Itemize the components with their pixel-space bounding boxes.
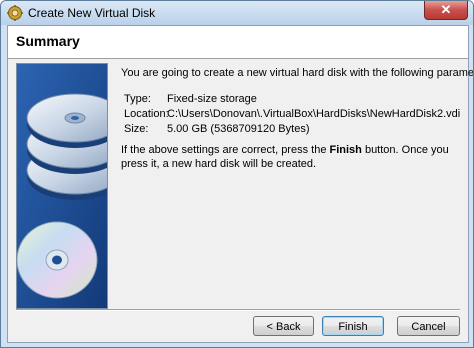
finish-keyword: Finish <box>329 144 362 156</box>
wizard-client-area: Summary You are going to create a new vi… <box>7 25 473 343</box>
intro-text: You are going to create a new virtual ha… <box>121 67 474 79</box>
param-value: 5.00 GB (5368709120 Bytes) <box>167 123 310 135</box>
wizard-header: Summary <box>8 26 468 59</box>
back-button[interactable]: < Back <box>253 316 314 336</box>
confirm-text-part: If the above settings are correct, press… <box>121 144 330 156</box>
param-label: Type: <box>124 93 151 105</box>
dialog-window: Create New Virtual Disk ✕ Summary You ar… <box>0 0 474 348</box>
param-value: C:\Users\Donovan\.VirtualBox\HardDisks\N… <box>167 108 461 120</box>
cancel-button[interactable]: Cancel <box>397 316 460 336</box>
confirm-text: If the above settings are correct, press… <box>121 143 459 171</box>
title-bar[interactable]: Create New Virtual Disk ✕ <box>1 1 473 25</box>
close-button[interactable]: ✕ <box>424 1 468 20</box>
stacked-disks-illustration <box>16 63 108 309</box>
gear-disk-icon <box>7 5 23 21</box>
param-label: Size: <box>124 123 149 135</box>
finish-button[interactable]: Finish <box>322 316 384 336</box>
window-title: Create New Virtual Disk <box>28 6 156 20</box>
param-value: Fixed-size storage <box>167 93 257 105</box>
page-title: Summary <box>16 33 80 49</box>
button-separator <box>16 309 460 311</box>
param-label: Location: <box>124 108 169 120</box>
